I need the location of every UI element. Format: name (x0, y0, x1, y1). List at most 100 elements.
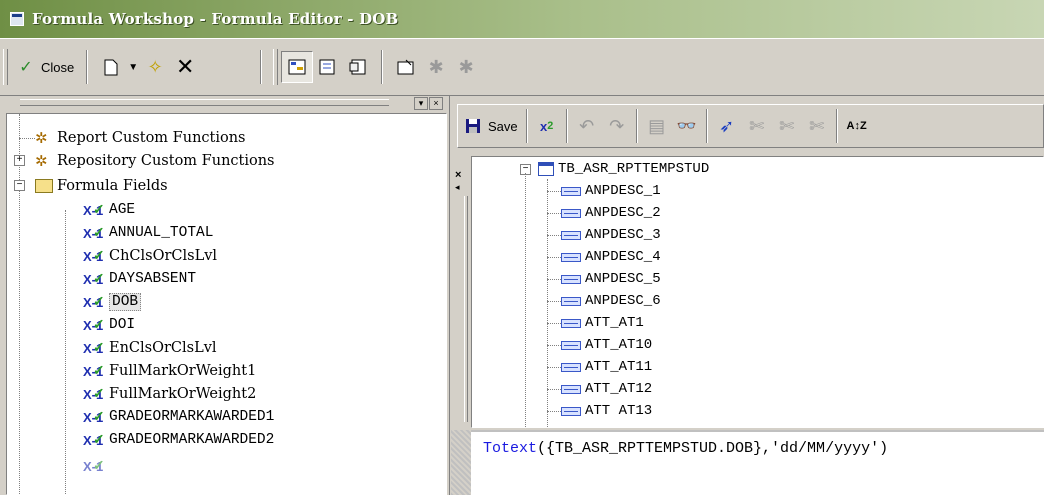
folder-icon (35, 179, 53, 193)
tree-item-enclsorclslvl[interactable]: X-1 EnClsOrClsLvl (83, 336, 217, 360)
selected-label: DOB (109, 293, 142, 311)
pane-header: ▾ × (0, 96, 449, 110)
tree-item-daysabsent[interactable]: X-1 DAYSABSENT (83, 267, 196, 291)
tree-item-grademarkawarded2[interactable]: X-1 GRADEORMARKAWARDED2 (83, 428, 274, 452)
tree-item-fullmarkorweight1[interactable]: X-1 FullMarkOrWeight1 (83, 359, 256, 383)
tree-item-formula-fields[interactable]: Formula Fields (35, 174, 168, 198)
table-node[interactable]: TB_ASR_RPTTEMPSTUD (538, 158, 709, 180)
sort-az-button[interactable]: A↕Z (842, 111, 872, 141)
close-check-icon: ✓ (19, 59, 33, 76)
pane-close-icon[interactable]: × (429, 97, 443, 110)
toolbar-separator (86, 50, 89, 84)
close-button[interactable]: ✓ Close (11, 52, 78, 82)
pane-minimize-icon[interactable]: ▾ (414, 97, 428, 110)
formula-icon: X-1 (83, 247, 105, 264)
toggle-functions-button[interactable] (343, 52, 373, 82)
formula-icon: X-1 (83, 385, 105, 402)
properties-button[interactable] (391, 52, 421, 82)
field-item[interactable]: ATT_AT10 (547, 334, 652, 356)
tree-item-report-custom-functions[interactable]: ✲ Report Custom Functions (35, 126, 246, 150)
field-item[interactable]: ANPDESC_1 (547, 180, 661, 202)
clear-bookmarks-button[interactable]: ✄ (802, 111, 832, 141)
new-with-expert-button[interactable]: ✧ (140, 52, 170, 82)
editor-toolbar: Save x2 ↶ ↷ ▤ 👓 ➶ ✄ ✄ ✄ A↕Z (457, 104, 1044, 148)
field-item[interactable]: ATT_AT11 (547, 356, 652, 378)
toolbar-separator (381, 50, 384, 84)
tree-item-partial: X-1 (83, 454, 109, 478)
gear-disabled-button[interactable]: ✱ (421, 52, 451, 82)
check-formula-icon: x2 (540, 118, 554, 134)
tree-item-repository-custom-functions[interactable]: ✲ Repository Custom Functions (35, 149, 275, 173)
field-item[interactable]: ANPDESC_5 (547, 268, 661, 290)
tree-item-doi[interactable]: X-1 DOI (83, 313, 135, 337)
tree-item-age[interactable]: X-1 AGE (83, 198, 135, 222)
formula-icon: X-1 (83, 457, 105, 474)
report-fields-tree: − TB_ASR_RPTTEMPSTUD ANPDESC_1 ANPDESC_2… (471, 156, 1044, 428)
new-button[interactable] (96, 52, 126, 82)
toggle-tree-button[interactable] (281, 51, 314, 83)
field-item[interactable]: ATT_AT12 (547, 378, 652, 400)
formula-editor-pane: Save x2 ↶ ↷ ▤ 👓 ➶ ✄ ✄ ✄ A↕Z × ◂ − TB_ASR… (451, 96, 1044, 495)
main-toolbar: ✓ Close ▼ ✧ ✕ ✱ ✱ (0, 38, 1044, 96)
field-icon (561, 208, 581, 218)
next-bookmark-button[interactable]: ✄ (742, 111, 772, 141)
field-icon (561, 406, 581, 416)
gear2-disabled-icon: ✱ (458, 56, 474, 77)
redo-icon: ↷ (609, 115, 625, 136)
field-item[interactable]: ATT_AT1 (547, 312, 644, 334)
custom-functions-icon: ✲ (35, 129, 48, 147)
formula-text-editor[interactable]: Totext({TB_ASR_RPTTEMPSTUD.DOB},'dd/MM/y… (471, 430, 1044, 495)
field-item[interactable]: ANPDESC_2 (547, 202, 661, 224)
field-item[interactable]: ANPDESC_6 (547, 290, 661, 312)
field-item[interactable]: ATT AT13 (547, 400, 652, 422)
field-icon (561, 384, 581, 394)
app-icon (10, 12, 24, 26)
toolbar-grip[interactable] (3, 49, 8, 85)
new-document-icon (100, 56, 122, 78)
undo-button[interactable]: ↶ (572, 111, 602, 141)
binoculars-icon: 👓 (676, 118, 697, 135)
formula-icon: X-1 (83, 339, 105, 356)
new-wand-icon: ✧ (147, 56, 163, 77)
formula-icon: X-1 (83, 201, 105, 218)
redo-button[interactable]: ↷ (602, 111, 632, 141)
toggle-functions-icon (347, 56, 369, 78)
title-bar: Formula Workshop - Formula Editor - DOB (0, 0, 1044, 38)
save-button[interactable]: Save (458, 111, 522, 141)
formula-icon: X-1 (83, 362, 105, 379)
bookmark-icon: ➶ (719, 115, 735, 136)
field-icon (561, 296, 581, 306)
new-dropdown-button[interactable]: ▼ (126, 52, 140, 82)
formula-icon: X-1 (83, 270, 105, 287)
gear2-disabled-button[interactable]: ✱ (451, 52, 481, 82)
tree-item-grademarkawarded1[interactable]: X-1 GRADEORMARKAWARDED1 (83, 405, 274, 429)
find-button[interactable]: 👓 (672, 111, 702, 141)
field-icon (561, 318, 581, 328)
check-formula-button[interactable]: x2 (532, 111, 562, 141)
field-item[interactable]: ANPDESC_3 (547, 224, 661, 246)
tree-item-chclsorclslvl[interactable]: X-1 ChClsOrClsLvl (83, 244, 217, 268)
prev-bookmark-button[interactable]: ✄ (772, 111, 802, 141)
properties-icon (395, 56, 417, 78)
formula-icon: X-1 (83, 224, 105, 241)
field-icon (561, 340, 581, 350)
delete-x-icon: ✕ (175, 54, 195, 79)
save-disk-icon (462, 115, 484, 137)
bookmark-button[interactable]: ➶ (712, 111, 742, 141)
undo-icon: ↶ (579, 115, 595, 136)
table-icon (538, 162, 554, 176)
toolbar-grip[interactable] (273, 49, 279, 85)
expand-plus-icon[interactable]: + (14, 155, 25, 166)
tree-item-fullmarkorweight2[interactable]: X-1 FullMarkOrWeight2 (83, 382, 256, 406)
field-panel-collapse-icon[interactable]: ◂ (455, 183, 465, 193)
delete-button[interactable]: ✕ (170, 52, 200, 82)
collapse-minus-icon[interactable]: − (14, 180, 25, 191)
field-panel-close-icon[interactable]: × (455, 170, 465, 181)
tree-item-dob[interactable]: X-1 DOB (83, 290, 142, 314)
field-item[interactable]: ANPDESC_4 (547, 246, 661, 268)
next-bookmark-icon: ✄ (749, 115, 765, 136)
toggle-fields-button[interactable] (313, 52, 343, 82)
browse-data-button[interactable]: ▤ (642, 111, 672, 141)
close-label: Close (41, 59, 75, 75)
tree-item-annual-total[interactable]: X-1 ANNUAL_TOTAL (83, 221, 213, 245)
